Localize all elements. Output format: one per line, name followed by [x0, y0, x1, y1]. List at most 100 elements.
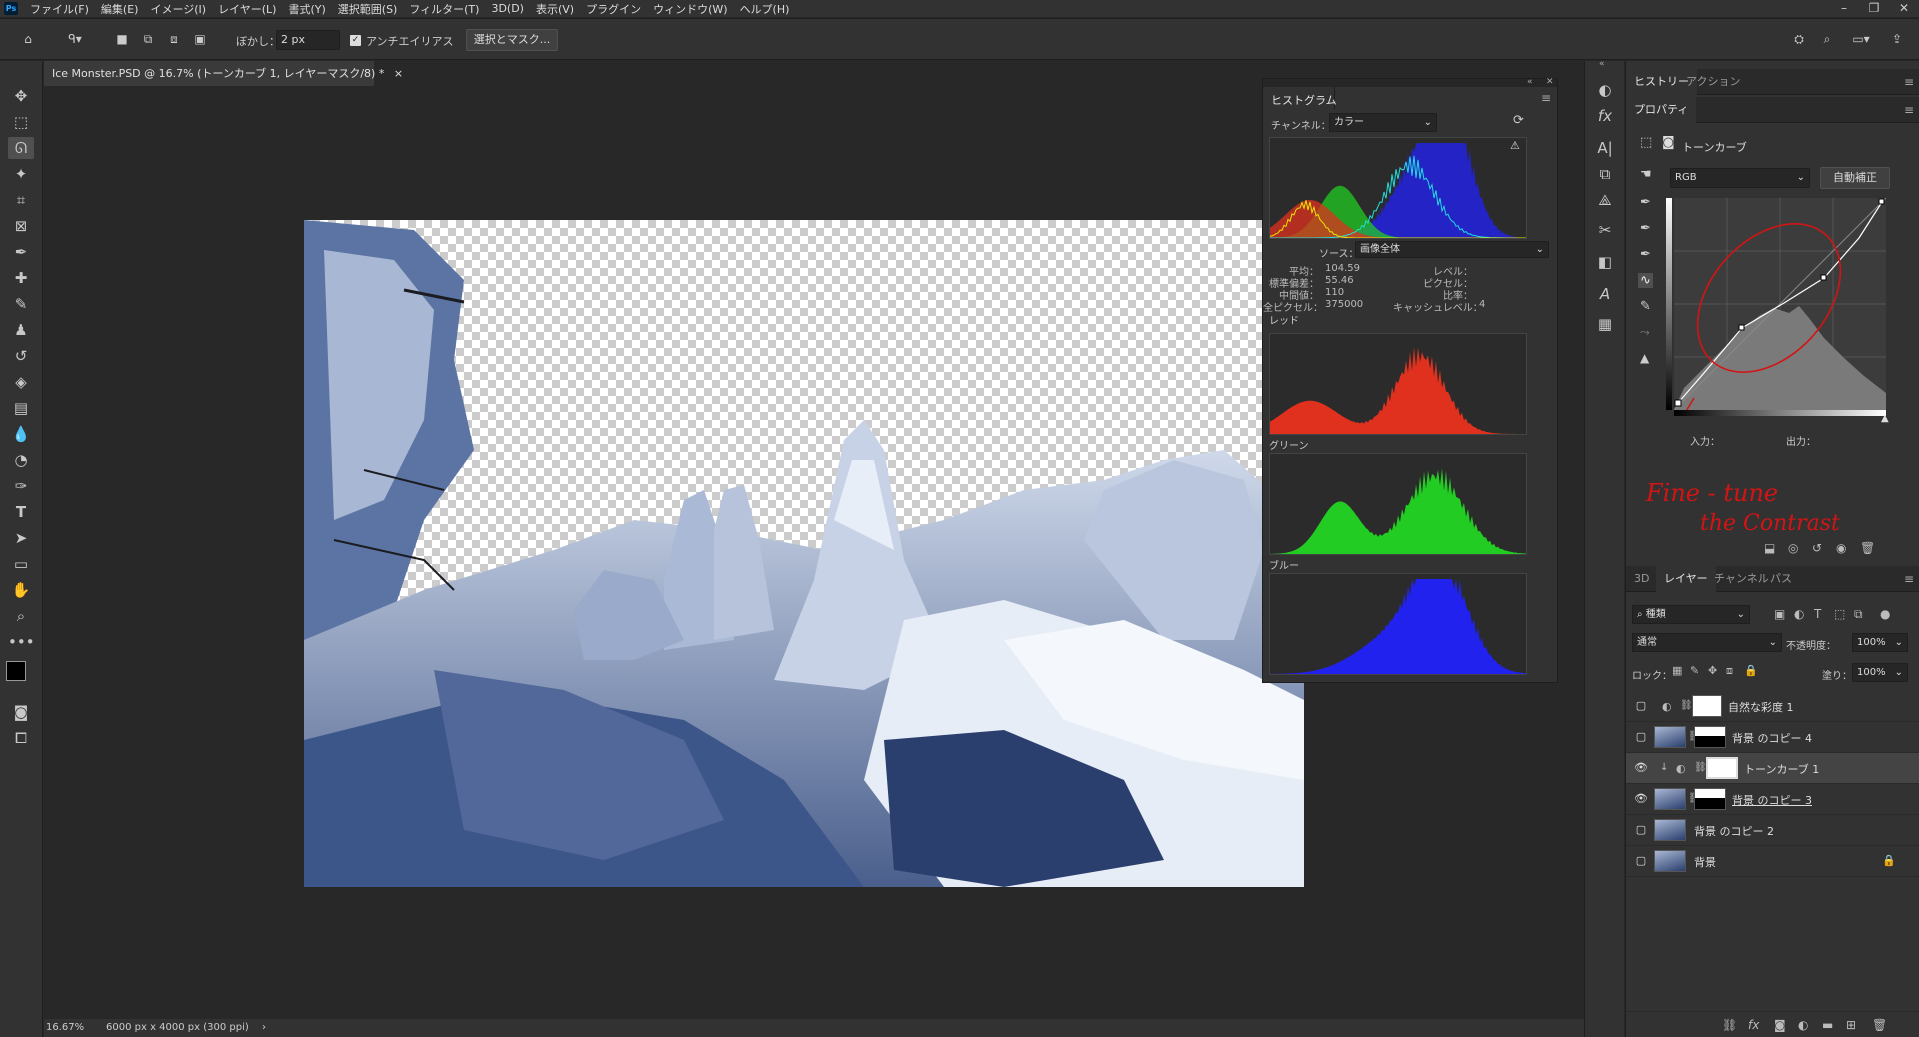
lock-transparent-icon[interactable]: ▦: [1672, 664, 1682, 677]
menu-type[interactable]: 書式(Y): [282, 1, 331, 17]
status-menu-arrow[interactable]: ›: [262, 1019, 266, 1037]
visibility-icon[interactable]: ◉: [1836, 541, 1846, 555]
history-brush-tool-icon[interactable]: ↺: [8, 345, 34, 367]
magic-wand-tool-icon[interactable]: ✦: [8, 163, 34, 185]
link-icon[interactable]: ⛓: [1680, 700, 1693, 711]
layer-row-curves-selected[interactable]: 👁 ↓ ◐ ⛓ トーンカーブ 1: [1626, 753, 1919, 784]
brush-tool-icon[interactable]: ✎: [8, 293, 34, 315]
layer-name[interactable]: 背景 のコピー 4: [1732, 730, 1812, 746]
channel-select[interactable]: カラー ⌄: [1329, 113, 1437, 132]
filter-pixel-icon[interactable]: ▣: [1774, 607, 1785, 621]
history-menu-icon[interactable]: ≡: [1904, 75, 1914, 89]
rectangle-tool-icon[interactable]: ▭: [8, 553, 34, 575]
menu-file[interactable]: ファイル(F): [24, 1, 95, 17]
paths-tab[interactable]: パス: [1762, 566, 1800, 592]
lock-all-icon[interactable]: 🔒: [1744, 664, 1758, 677]
menu-layer[interactable]: レイヤー(L): [212, 1, 282, 17]
share-upload-icon[interactable]: ⇪: [1886, 29, 1908, 49]
close-icon[interactable]: ✕: [1889, 0, 1919, 17]
path-select-tool-icon[interactable]: ➤: [8, 527, 34, 549]
blur-tool-icon[interactable]: 💧: [8, 423, 34, 445]
workspace-icon[interactable]: ▭▾: [1844, 29, 1878, 49]
document-canvas[interactable]: [304, 220, 1304, 887]
link-layers-icon[interactable]: ⛓: [1722, 1018, 1737, 1032]
eyedropper-tool-icon[interactable]: ✒: [8, 241, 34, 263]
lock-pixels-icon[interactable]: ✎: [1690, 664, 1699, 677]
glyphs-icon[interactable]: A: [1593, 283, 1617, 305]
menu-help[interactable]: ヘルプ(H): [734, 1, 796, 17]
collapse-strip-icon[interactable]: «: [1599, 59, 1605, 69]
filter-smart-icon[interactable]: ⧉: [1854, 607, 1863, 622]
layer-thumbnail[interactable]: [1654, 850, 1686, 872]
collapse-icon[interactable]: «: [1527, 77, 1533, 87]
curve-edit-icon[interactable]: ∿: [1638, 273, 1653, 288]
new-layer-icon[interactable]: ⊞: [1846, 1018, 1856, 1032]
view-previous-icon[interactable]: ◎: [1788, 541, 1798, 555]
visibility-toggle[interactable]: 👁: [1634, 793, 1648, 805]
layer-row-bg-copy-3[interactable]: 👁 ⛓ 背景 のコピー 3: [1626, 784, 1919, 815]
quick-mask-icon[interactable]: ◙: [8, 701, 34, 723]
filter-shape-icon[interactable]: ⬚: [1834, 607, 1845, 621]
stamp-tool-icon[interactable]: ♟: [8, 319, 34, 341]
minimize-icon[interactable]: –: [1829, 0, 1859, 17]
visibility-toggle[interactable]: ▢: [1634, 824, 1648, 836]
menu-image[interactable]: イメージ(I): [144, 1, 212, 17]
crop-tool-icon[interactable]: ⌗: [8, 189, 34, 211]
intersect-selection-icon[interactable]: ▣: [190, 29, 210, 49]
document-tab[interactable]: Ice Monster.PSD @ 16.7% (トーンカーブ 1, レイヤーマ…: [44, 61, 403, 86]
lasso-preset-icon[interactable]: ᑫ▾: [60, 29, 90, 49]
hand-tool-icon[interactable]: ✋: [8, 579, 34, 601]
layer-name[interactable]: 背景: [1694, 854, 1716, 870]
black-point-eyedropper-icon[interactable]: ✒: [1640, 195, 1651, 210]
smooth-icon[interactable]: ⤳: [1640, 325, 1650, 340]
gray-point-eyedropper-icon[interactable]: ✒: [1640, 221, 1651, 236]
add-selection-icon[interactable]: ⧉: [138, 29, 158, 49]
pencil-draw-icon[interactable]: ✎: [1640, 299, 1651, 314]
visibility-toggle[interactable]: ▢: [1634, 855, 1648, 867]
tool-presets-icon[interactable]: ✂: [1593, 219, 1617, 241]
link-icon[interactable]: ⛓: [1694, 762, 1707, 773]
type-tool-icon[interactable]: T: [8, 501, 34, 523]
new-adjustment-icon[interactable]: ◐: [1798, 1018, 1808, 1032]
filter-type-icon[interactable]: T: [1814, 607, 1821, 621]
layer-mask-thumbnail[interactable]: [1694, 726, 1726, 748]
visibility-toggle[interactable]: 👁: [1634, 762, 1648, 774]
visibility-toggle[interactable]: ▢: [1634, 700, 1648, 712]
opacity-input[interactable]: 100% ⌄: [1852, 633, 1908, 652]
properties-menu-icon[interactable]: ≡: [1904, 103, 1914, 117]
select-and-mask-button[interactable]: 選択とマスク...: [466, 29, 558, 51]
layer-row-vibrance[interactable]: ▢ ◐ ⛓ 自然な彩度 1: [1626, 691, 1919, 722]
properties-tab[interactable]: プロパティ: [1626, 97, 1697, 123]
auto-button[interactable]: 自動補正: [1820, 167, 1890, 189]
curves-graph[interactable]: [1673, 197, 1887, 429]
antialias-checkbox[interactable]: ✓: [350, 35, 361, 46]
mask-icon[interactable]: ◙: [1662, 135, 1675, 150]
add-mask-icon[interactable]: ◙: [1774, 1018, 1786, 1032]
layers-menu-icon[interactable]: ≡: [1904, 572, 1914, 586]
histogram-tab[interactable]: ヒストグラム: [1271, 92, 1337, 108]
white-slider-icon[interactable]: ▲: [1881, 413, 1889, 424]
layer-name[interactable]: 背景 のコピー 3: [1732, 792, 1812, 808]
feather-input[interactable]: 2 px: [276, 30, 340, 50]
menu-3d[interactable]: 3D(D): [485, 2, 530, 15]
screen-mode-icon[interactable]: ⧠: [8, 727, 34, 749]
layer-thumbnail[interactable]: [1654, 788, 1686, 810]
more-tools-icon[interactable]: •••: [8, 631, 35, 653]
layer-mask-thumbnail[interactable]: [1694, 788, 1726, 810]
delete-adjustment-icon[interactable]: 🗑: [1860, 541, 1875, 555]
shapes-icon[interactable]: ⟁: [1593, 189, 1617, 211]
refresh-icon[interactable]: ⟳: [1513, 113, 1524, 128]
curves-preset-select[interactable]: RGB ⌄: [1670, 168, 1810, 188]
zoom-level[interactable]: 16.67%: [46, 1019, 84, 1037]
new-group-icon[interactable]: ▬: [1822, 1018, 1833, 1032]
clip-to-layer-icon[interactable]: ⬓: [1764, 541, 1775, 555]
menu-select[interactable]: 選択範囲(S): [332, 1, 404, 17]
histogram-menu-icon[interactable]: ≡: [1541, 91, 1551, 105]
zoom-tool-icon[interactable]: ⌕: [8, 605, 34, 627]
menu-window[interactable]: ウィンドウ(W): [647, 1, 733, 17]
filter-adjustment-icon[interactable]: ◐: [1794, 607, 1804, 621]
layer-mask-thumbnail[interactable]: [1692, 695, 1722, 717]
lock-artboard-icon[interactable]: ⧈: [1726, 664, 1733, 678]
foreground-color-swatch[interactable]: [6, 661, 26, 681]
actions-tab[interactable]: アクション: [1678, 69, 1748, 95]
